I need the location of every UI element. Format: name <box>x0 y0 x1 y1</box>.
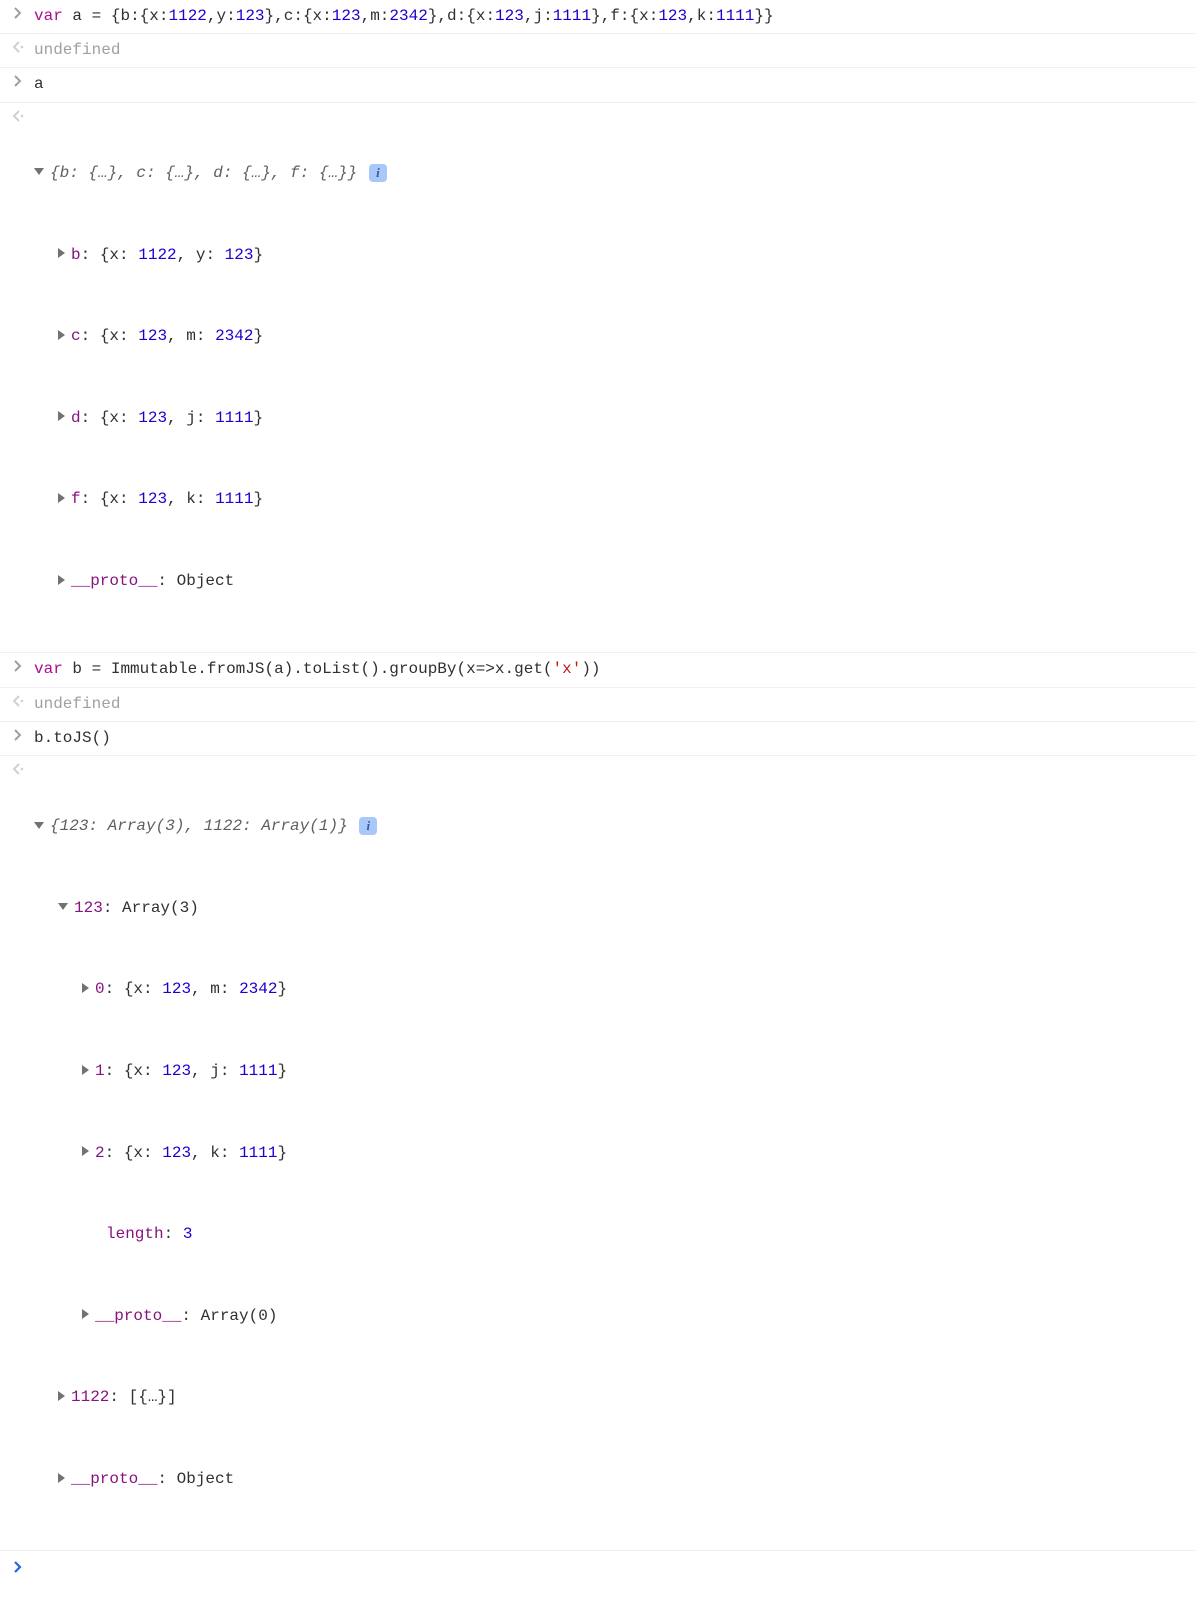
expand-toggle-icon[interactable] <box>58 575 65 585</box>
array-item-row[interactable]: 2: {x: 123, k: 1111} <box>34 1140 1186 1167</box>
input-prompt-icon <box>6 1557 30 1573</box>
object-property-row[interactable]: b: {x: 1122, y: 123} <box>34 242 1186 269</box>
console-output-row: {123: Array(3), 1122: Array(1)} i 123: A… <box>0 756 1196 1551</box>
console-output-row: undefined <box>0 688 1196 722</box>
object-proto-row[interactable]: __proto__: Object <box>34 1466 1186 1493</box>
console-input-row: var a = {b:{x:1122,y:123},c:{x:123,m:234… <box>0 0 1196 34</box>
object-property-row[interactable]: d: {x: 123, j: 1111} <box>34 405 1186 432</box>
input-prompt-icon <box>6 3 30 19</box>
console-input-row: a <box>0 68 1196 102</box>
expand-toggle-icon[interactable] <box>82 1309 89 1319</box>
object-proto-row[interactable]: __proto__: Object <box>34 568 1186 595</box>
expand-toggle-icon[interactable] <box>58 1391 65 1401</box>
console-input-row: var b = Immutable.fromJS(a).toList().gro… <box>0 653 1196 687</box>
object-summary[interactable]: {b: {…}, c: {…}, d: {…}, f: {…}} i <box>34 160 1186 187</box>
expand-toggle-icon[interactable] <box>58 493 65 503</box>
op-eq: = <box>82 7 111 25</box>
expand-toggle-icon[interactable] <box>58 1473 65 1483</box>
object-property-row[interactable]: 123: Array(3) <box>34 895 1186 922</box>
console-input-row: b.toJS() <box>0 722 1196 756</box>
expand-toggle-icon[interactable] <box>34 168 44 175</box>
input-prompt-icon <box>6 71 30 87</box>
expand-toggle-icon[interactable] <box>58 411 65 421</box>
info-icon[interactable]: i <box>369 164 387 182</box>
array-item-row[interactable]: 1: {x: 123, j: 1111} <box>34 1058 1186 1085</box>
input-prompt-icon <box>6 656 30 672</box>
input-prompt-icon <box>6 725 30 741</box>
array-length-row: length: 3 <box>34 1221 1186 1248</box>
code-line[interactable]: a <box>30 71 1186 98</box>
output-prompt-icon <box>6 37 30 53</box>
expand-toggle-icon[interactable] <box>34 822 44 829</box>
code-line[interactable]: b.toJS() <box>30 725 1186 752</box>
keyword-var: var <box>34 660 63 678</box>
array-item-row[interactable]: 0: {x: 123, m: 2342} <box>34 976 1186 1003</box>
output-prompt-icon <box>6 691 30 707</box>
output-prompt-icon <box>6 759 30 775</box>
object-proto-row[interactable]: __proto__: Array(0) <box>34 1303 1186 1330</box>
output-undefined: undefined <box>30 37 1186 64</box>
code-line[interactable]: var a = {b:{x:1122,y:123},c:{x:123,m:234… <box>30 3 1186 30</box>
console-output-row: undefined <box>0 34 1196 68</box>
output-undefined: undefined <box>30 691 1186 718</box>
code-line[interactable]: var b = Immutable.fromJS(a).toList().gro… <box>30 656 1186 683</box>
expand-toggle-icon[interactable] <box>82 1065 89 1075</box>
info-icon[interactable]: i <box>359 817 377 835</box>
expand-toggle-icon[interactable] <box>58 248 65 258</box>
expand-toggle-icon[interactable] <box>58 903 68 910</box>
output-prompt-icon <box>6 106 30 122</box>
console-input-prompt[interactable] <box>0 1551 1196 1603</box>
object-property-row[interactable]: c: {x: 123, m: 2342} <box>34 323 1186 350</box>
object-property-row[interactable]: f: {x: 123, k: 1111} <box>34 486 1186 513</box>
object-summary[interactable]: {123: Array(3), 1122: Array(1)} i <box>34 813 1186 840</box>
keyword-var: var <box>34 7 63 25</box>
object-tree: {b: {…}, c: {…}, d: {…}, f: {…}} i b: {x… <box>30 106 1186 650</box>
console-output-row: {b: {…}, c: {…}, d: {…}, f: {…}} i b: {x… <box>0 103 1196 654</box>
expand-toggle-icon[interactable] <box>58 330 65 340</box>
object-tree: {123: Array(3), 1122: Array(1)} i 123: A… <box>30 759 1186 1547</box>
expand-toggle-icon[interactable] <box>82 983 89 993</box>
ident-a: a <box>72 7 82 25</box>
object-property-row[interactable]: 1122: [{…}] <box>34 1384 1186 1411</box>
expand-toggle-icon[interactable] <box>82 1146 89 1156</box>
